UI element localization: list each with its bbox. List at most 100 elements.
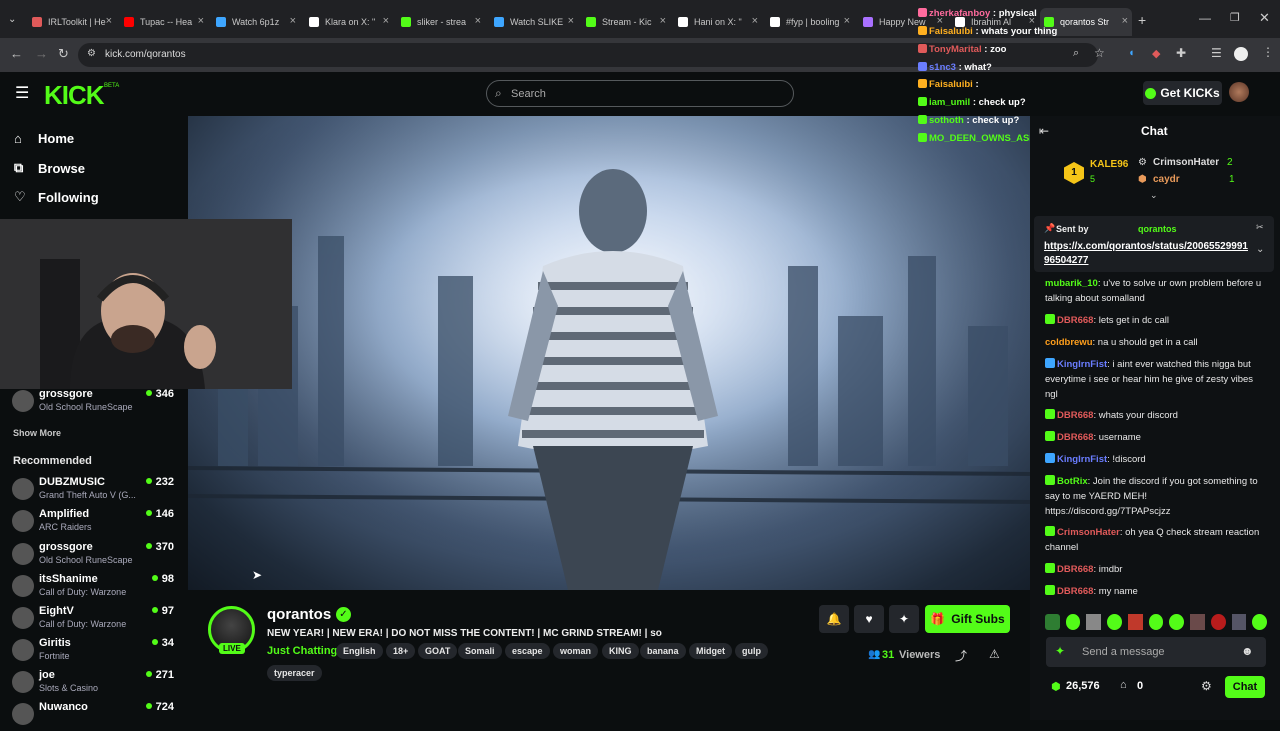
tab-close-icon[interactable]: × [844,15,850,27]
chat-username[interactable]: BotRix [1057,476,1088,487]
channel-name[interactable]: qorantos [267,606,331,623]
expand-pin-icon[interactable]: ⌄ [1256,244,1264,255]
leader-name[interactable]: KALE96 [1090,159,1128,170]
tab-close-icon[interactable]: × [1122,15,1128,27]
stream-tag[interactable]: KING [602,643,639,659]
emote-icon[interactable] [1169,614,1185,630]
browser-tab[interactable]: IRLToolkit | He × [28,8,116,36]
chat-message-input[interactable]: ✦ Send a message ☻ [1046,637,1266,667]
hamburger-menu-icon[interactable]: ☰ [15,83,29,103]
tab-search-icon[interactable]: ⌄ [8,14,16,25]
emoji-icon[interactable]: ☻ [1241,644,1254,658]
sidepanel-icon[interactable]: ☰ [1211,46,1222,60]
site-info-icon[interactable]: ⚙ [87,48,96,59]
emote-icon[interactable] [1065,614,1081,630]
search-input[interactable]: ⌕ Search [486,80,794,107]
sidebar-channel-item[interactable]: grossgore Old School RuneScape 370 [12,541,178,571]
chat-username[interactable]: DBR668 [1057,564,1093,575]
notification-bell-button[interactable]: 🔔 [819,605,849,633]
stream-tag[interactable]: woman [553,643,599,659]
share-icon[interactable]: ⤴ [955,647,967,664]
close-window-icon[interactable]: ✕ [1259,10,1270,26]
sidebar-channel-item[interactable]: DUBZMUSIC Grand Theft Auto V (G... 232 [12,476,178,506]
back-icon[interactable]: ← [10,46,23,61]
stream-tag[interactable]: typeracer [267,665,322,681]
tab-close-icon[interactable]: × [290,15,296,27]
unpin-icon[interactable]: ✂ [1256,222,1264,233]
minimize-icon[interactable]: — [1199,11,1211,25]
boost-button[interactable]: ✦ [889,605,919,633]
stream-tag[interactable]: Midget [689,643,732,659]
chat-username[interactable]: CrimsonHater [1057,527,1120,538]
show-more-link[interactable]: Show More [13,428,61,438]
new-tab-icon[interactable]: + [1138,12,1146,28]
chat-username[interactable]: KingIrnFist [1057,454,1107,465]
emote-icon[interactable] [1107,614,1122,630]
sidebar-item-following[interactable]: ♡ Following [14,189,99,205]
profile-avatar[interactable] [1234,47,1248,61]
emote-icon[interactable] [1190,614,1205,630]
kick-logo[interactable]: KICK [44,80,105,111]
emote-icon[interactable] [1231,614,1247,630]
pinned-user[interactable]: qorantos [1138,224,1177,234]
chat-username[interactable]: coldbrewu [1045,337,1093,348]
kicks-balance[interactable]: 26,576 [1066,680,1100,692]
expand-leaderboard-icon[interactable]: ⌄ [1150,190,1158,201]
browser-tab[interactable]: Watch 6p1z × [212,8,300,36]
sidebar-channel-item[interactable]: Giritis Fortnite 34 [12,637,178,667]
stream-tag[interactable]: English [336,643,383,659]
extension-icon[interactable]: ◖ [1128,47,1135,59]
category-link[interactable]: Just Chatting [267,645,337,657]
tab-close-icon[interactable]: × [383,15,389,27]
gift-subs-button[interactable]: 🎁 Gift Subs [925,605,1010,633]
emote-icon[interactable] [1086,614,1102,630]
browser-tab[interactable]: Hani on X: " × [674,8,762,36]
leader-name[interactable]: caydr [1153,174,1180,185]
bookmark-star-icon[interactable]: ☆ [1094,46,1105,60]
stream-tag[interactable]: 18+ [386,643,416,659]
sidebar-channel-item[interactable]: grossgore Old School RuneScape 346 [12,388,178,418]
extension-icon[interactable]: ◆ [1152,47,1160,60]
browser-tab[interactable]: Stream - Kic × [582,8,670,36]
video-player[interactable]: ➤ [188,116,1030,590]
leader-name[interactable]: CrimsonHater [1153,157,1219,168]
tab-close-icon[interactable]: × [568,15,574,27]
stream-tag[interactable]: escape [505,643,550,659]
chat-username[interactable]: mubarik_10 [1045,278,1098,289]
sidebar-channel-item[interactable]: joe Slots & Casino 271 [12,669,178,699]
reload-icon[interactable]: ↻ [58,46,69,62]
follow-button[interactable]: ♥ [854,605,884,633]
tab-close-icon[interactable]: × [475,15,481,27]
extensions-puzzle-icon[interactable]: ✚ [1176,46,1186,60]
emote-icon[interactable] [1148,614,1164,630]
chat-username[interactable]: DBR668 [1057,410,1093,421]
user-avatar[interactable] [1229,82,1249,102]
sidebar-channel-item[interactable]: Amplified ARC Raiders 146 [12,508,178,538]
stream-tag[interactable]: banana [640,643,686,659]
emote-icon[interactable] [1127,614,1143,630]
sidebar-channel-item[interactable]: Nuwanco 724 [12,701,178,731]
sidebar-channel-item[interactable]: itsShanime Call of Duty: Warzone 98 [12,573,178,603]
browser-tab[interactable]: #fyp | booling × [766,8,854,36]
send-chat-button[interactable]: Chat [1225,676,1265,698]
get-kicks-button[interactable]: Get KICKs [1143,81,1222,105]
forward-icon[interactable]: → [35,46,48,61]
stream-tag[interactable]: GOAT [418,643,458,659]
chat-username[interactable]: DBR668 [1057,315,1093,326]
tab-close-icon[interactable]: × [752,15,758,27]
tab-close-icon[interactable]: × [106,15,112,27]
sidebar-item-browse[interactable]: ⧉ Browse [14,160,85,176]
browser-tab[interactable]: Klara on X: " × [305,8,393,36]
collapse-chat-icon[interactable]: ⇤ [1039,124,1049,138]
chat-username[interactable]: DBR668 [1057,432,1093,443]
browser-tab[interactable]: Tupac -- Hea × [120,8,208,36]
browser-menu-icon[interactable]: ⋮ [1262,45,1274,59]
report-icon[interactable]: ⚠ [989,647,1000,661]
browser-tab[interactable]: sliker - strea × [397,8,485,36]
pinned-link[interactable]: https://x.com/qorantos/status/2006552999… [1044,240,1249,268]
chat-settings-icon[interactable]: ⚙ [1201,679,1212,693]
tab-close-icon[interactable]: × [660,15,666,27]
emote-icon[interactable] [1252,614,1268,630]
store-icon[interactable]: ⌂ [1120,679,1127,691]
sidebar-channel-item[interactable]: EightV Call of Duty: Warzone 97 [12,605,178,635]
